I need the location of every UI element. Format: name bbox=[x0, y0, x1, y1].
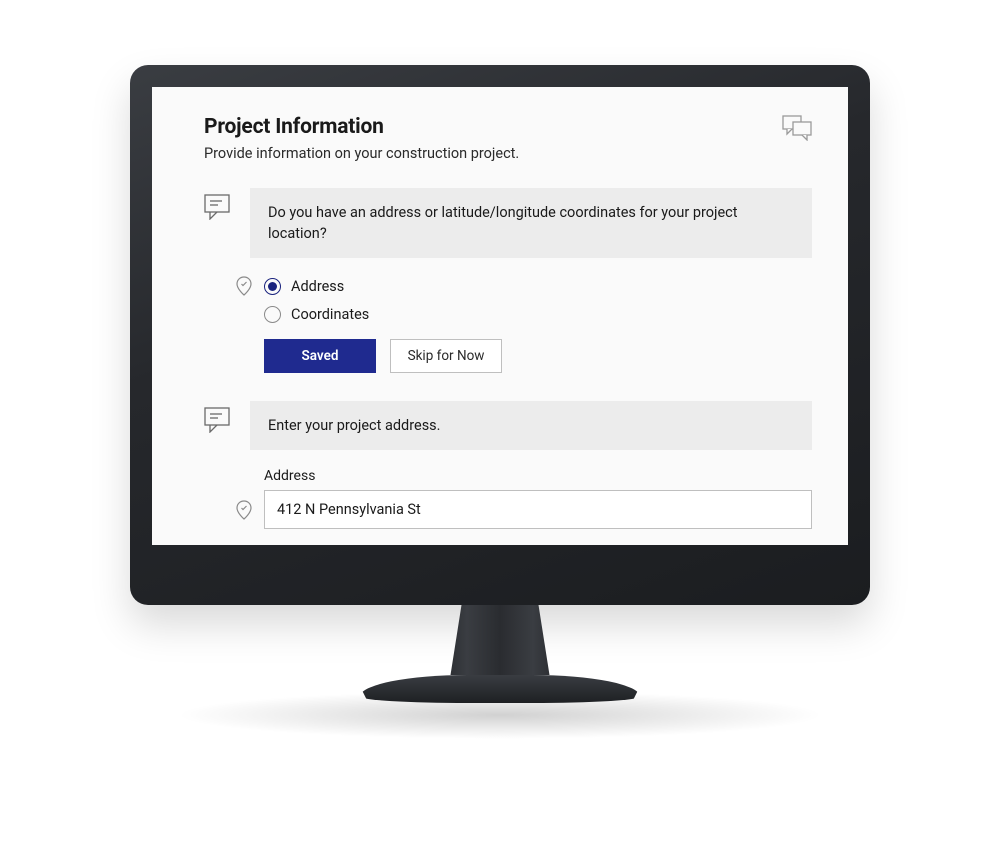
radio-address[interactable] bbox=[264, 278, 281, 295]
address-input[interactable] bbox=[264, 490, 812, 529]
monitor-base bbox=[360, 675, 640, 703]
location-type-options: Address Coordinates bbox=[234, 276, 812, 323]
map-pin-icon bbox=[234, 276, 254, 296]
speech-bubble-icon bbox=[204, 194, 232, 224]
monitor-bezel: Project Information Provide information … bbox=[130, 65, 870, 605]
radio-coordinates[interactable] bbox=[264, 306, 281, 323]
chat-icon[interactable] bbox=[782, 115, 812, 141]
map-pin-icon bbox=[234, 500, 254, 520]
app-content: Project Information Provide information … bbox=[152, 87, 848, 529]
page-subtitle: Provide information on your construction… bbox=[204, 145, 519, 162]
question-2-prompt: Enter your project address. bbox=[250, 401, 812, 450]
screen: Project Information Provide information … bbox=[152, 87, 848, 545]
speech-bubble-icon bbox=[204, 407, 232, 437]
skip-button[interactable]: Skip for Now bbox=[390, 339, 502, 373]
page-title: Project Information bbox=[204, 115, 519, 139]
header-row: Project Information Provide information … bbox=[204, 115, 812, 188]
saved-button[interactable]: Saved bbox=[264, 339, 376, 373]
header-text: Project Information Provide information … bbox=[204, 115, 519, 188]
monitor-frame: Project Information Provide information … bbox=[130, 65, 870, 739]
option-address-row: Address bbox=[234, 276, 812, 296]
address-field-block: Address bbox=[234, 468, 812, 529]
radio-address-label: Address bbox=[291, 278, 344, 295]
monitor-neck bbox=[445, 605, 555, 675]
question-1-prompt: Do you have an address or latitude/longi… bbox=[250, 188, 812, 258]
question-1-buttons: Saved Skip for Now bbox=[264, 339, 812, 373]
question-1-row: Do you have an address or latitude/longi… bbox=[204, 188, 812, 258]
radio-coordinates-label: Coordinates bbox=[291, 306, 369, 323]
address-field-label: Address bbox=[264, 468, 812, 484]
address-field-row bbox=[234, 490, 812, 529]
option-coordinates-row: Coordinates bbox=[234, 306, 812, 323]
question-2-row: Enter your project address. bbox=[204, 401, 812, 450]
